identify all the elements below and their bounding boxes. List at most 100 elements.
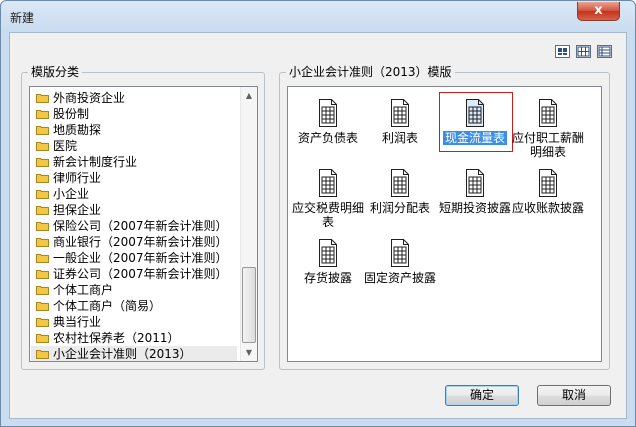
folder-icon [36, 222, 49, 231]
category-item-label: 外商投资企业 [53, 91, 126, 105]
folder-icon [36, 110, 49, 119]
category-list-item[interactable]: 个体工商户 [31, 282, 237, 298]
category-item-label: 股份制 [53, 107, 90, 121]
category-list-item[interactable]: 商业银行（2007年新会计准则） [31, 234, 237, 250]
cancel-button[interactable]: 取消 [537, 385, 611, 406]
folder-icon [36, 174, 49, 183]
spreadsheet-document-icon [466, 169, 484, 197]
category-list-item[interactable]: 小企业 [31, 186, 237, 202]
small-icons-view-button[interactable] [576, 45, 591, 58]
list-view-button[interactable] [597, 45, 612, 58]
folder-icon [36, 190, 49, 199]
category-item-label: 商业银行（2007年新会计准则） [53, 235, 228, 249]
category-item-label: 个体工商户（简易） [53, 299, 162, 313]
folder-icon [36, 254, 49, 263]
spreadsheet-document-icon [319, 239, 337, 267]
new-dialog-window: 新建 x 模版分类 外商投资企业 股份制 地质勘探 医院 新会计制度行业 律师行… [0, 0, 636, 427]
large-icons-icon [558, 48, 567, 55]
category-listbox[interactable]: 外商投资企业 股份制地质勘探医院新会计制度行业 律师行业小企业担保企业保险公司（20… [29, 86, 258, 362]
category-list-item[interactable]: 新会计制度行业 [31, 154, 237, 170]
category-item-label: 地质勘探 [53, 123, 102, 137]
spreadsheet-document-icon [319, 169, 337, 197]
category-item-label: 小企业 [53, 187, 90, 201]
category-list-item[interactable]: 地质勘探 [31, 122, 237, 138]
scroll-down-icon[interactable]: ▼ [241, 344, 257, 361]
template-item[interactable]: 应付职工薪酬明细表 [508, 99, 588, 159]
category-scrollbar[interactable]: ▲ ▼ [240, 87, 257, 361]
template-item[interactable]: 应交税费明细表 [288, 169, 368, 229]
template-item-label: 短期投资披露 [438, 201, 511, 215]
category-list-item[interactable]: 外商投资企业 [31, 90, 237, 106]
category-item-label: 个体工商户 [53, 283, 114, 297]
folder-icon [36, 158, 49, 167]
category-item-label: 律师行业 [53, 171, 102, 185]
close-button[interactable]: x [577, 2, 620, 21]
template-item-label: 利润表 [381, 131, 418, 145]
spreadsheet-document-icon [539, 99, 557, 127]
category-item-label: 农村社保养老（2011） [53, 331, 180, 345]
folder-icon [36, 206, 49, 215]
category-list-item[interactable]: 证券公司（2007年新会计准则） [31, 266, 237, 282]
folder-icon [36, 350, 49, 359]
category-list-item[interactable]: 担保企业 [31, 202, 237, 218]
scroll-up-icon[interactable]: ▲ [241, 87, 257, 104]
close-icon: x [594, 3, 603, 18]
category-list-item[interactable]: 股份制 [31, 106, 237, 122]
template-item-label: 应交税费明细表 [291, 201, 364, 229]
category-item-label: 小企业会计准则（2013） [53, 347, 192, 361]
large-icons-view-button[interactable] [555, 45, 570, 58]
folder-icon [36, 126, 49, 135]
selection-frame [439, 92, 513, 152]
template-item-label: 资产负债表 [297, 131, 358, 145]
template-item[interactable]: 利润分配表 [360, 169, 440, 215]
spreadsheet-document-icon [539, 169, 557, 197]
template-item[interactable]: 短期投资披露 [435, 169, 515, 215]
category-list-item[interactable]: 律师行业 [31, 170, 237, 186]
template-item-label: 存货披露 [303, 271, 352, 285]
template-icon-panel: 资产负债表 利润表 现金流量表 应付职工薪酬明细表 应交税费明细表 利润分配表 短期投资披露… [287, 86, 602, 362]
folder-icon [36, 142, 49, 151]
category-item-label: 新会计制度行业 [53, 155, 138, 169]
folder-icon [36, 318, 49, 327]
template-groupbox: 小企业会计准则（2013）模版 资产负债表 利润表 现金流量表 应付职工薪酬明细表 应交… [279, 65, 610, 370]
folder-icon [36, 270, 49, 279]
template-item-label: 应付职工薪酬明细表 [511, 131, 584, 159]
template-item-label: 固定资产披露 [363, 271, 436, 285]
category-item-label: 一般企业（2007年新会计准则） [53, 251, 228, 265]
small-icons-icon [577, 46, 590, 57]
spreadsheet-document-icon [391, 99, 409, 127]
list-view-icon [598, 46, 611, 57]
spreadsheet-document-icon [391, 239, 409, 267]
spreadsheet-document-icon [319, 99, 337, 127]
window-title: 新建 [10, 11, 35, 25]
category-list-item[interactable]: 小企业会计准则（2013） [31, 346, 237, 361]
category-list-item[interactable]: 典当行业 [31, 314, 237, 330]
folder-icon [36, 94, 49, 103]
template-item[interactable]: 应收账款披露 [508, 169, 588, 215]
template-item-label: 利润分配表 [369, 201, 430, 215]
category-item-label: 保险公司（2007年新会计准则） [53, 219, 228, 233]
ok-button[interactable]: 确定 [445, 385, 519, 406]
category-list-item[interactable]: 保险公司（2007年新会计准则） [31, 218, 237, 234]
category-item-label: 担保企业 [53, 203, 102, 217]
spreadsheet-document-icon [391, 169, 409, 197]
template-item[interactable]: 利润表 [360, 99, 440, 145]
template-item[interactable]: 存货披露 [288, 239, 368, 285]
dialog-client-area: 模版分类 外商投资企业 股份制地质勘探医院新会计制度行业 律师行业小企业担保企业保险… [9, 32, 627, 419]
folder-icon [36, 238, 49, 247]
template-item[interactable]: 资产负债表 [288, 99, 368, 145]
template-item[interactable]: 固定资产披露 [360, 239, 440, 285]
title-bar[interactable]: 新建 x [1, 1, 635, 31]
category-group-label: 模版分类 [28, 65, 83, 79]
folder-icon [36, 286, 49, 295]
category-list-item[interactable]: 农村社保养老（2011） [31, 330, 237, 346]
folder-icon [36, 302, 49, 311]
category-list-item[interactable]: 个体工商户（简易） [31, 298, 237, 314]
scroll-thumb[interactable] [242, 267, 256, 343]
template-group-label: 小企业会计准则（2013）模版 [286, 65, 455, 79]
category-item-label: 医院 [53, 139, 78, 153]
folder-icon [36, 334, 49, 343]
category-list-item[interactable]: 医院 [31, 138, 237, 154]
category-list-item[interactable]: 一般企业（2007年新会计准则） [31, 250, 237, 266]
category-item-label: 证券公司（2007年新会计准则） [53, 267, 228, 281]
